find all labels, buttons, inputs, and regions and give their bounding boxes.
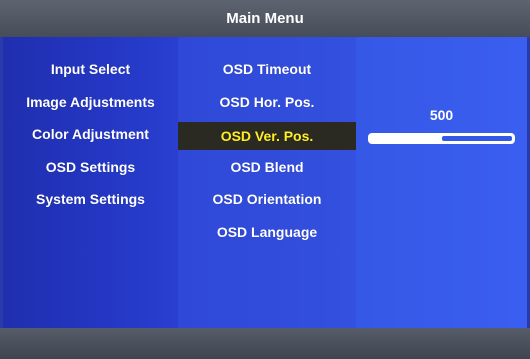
- title-bar: Main Menu: [0, 0, 530, 37]
- submenu-item-label: OSD Language: [216, 224, 318, 240]
- main-menu-column: Input Select Image Adjustments Color Adj…: [3, 37, 178, 328]
- menu-item-input-select[interactable]: Input Select: [3, 57, 178, 81]
- osd-settings-column: OSD Timeout OSD Hor. Pos. OSD Ver. Pos. …: [178, 37, 356, 328]
- submenu-item-osd-blend[interactable]: OSD Blend: [178, 155, 356, 179]
- menu-item-label: OSD Settings: [45, 159, 136, 175]
- submenu-item-label: OSD Blend: [230, 159, 304, 175]
- submenu-item-osd-language[interactable]: OSD Language: [178, 220, 356, 244]
- menu-item-image-adjustments[interactable]: Image Adjustments: [3, 90, 178, 114]
- menu-item-label: Color Adjustment: [32, 126, 149, 142]
- osd-window: Main Menu Input Select Image Adjustments…: [0, 0, 530, 359]
- submenu-item-label: OSD Timeout: [222, 61, 312, 77]
- menu-item-color-adjustment[interactable]: Color Adjustment: [3, 122, 178, 146]
- submenu-item-osd-orientation[interactable]: OSD Orientation: [178, 187, 356, 211]
- value-readout: 500: [429, 107, 454, 123]
- value-panel: 500: [356, 37, 527, 328]
- submenu-item-osd-ver-pos[interactable]: OSD Ver. Pos.: [178, 122, 356, 150]
- position-slider[interactable]: [368, 133, 515, 144]
- menu-item-label: Image Adjustments: [26, 94, 155, 110]
- menu-item-osd-settings[interactable]: OSD Settings: [3, 155, 178, 179]
- submenu-item-label: OSD Orientation: [212, 191, 322, 207]
- submenu-item-label: OSD Hor. Pos.: [219, 94, 315, 110]
- submenu-item-osd-hor-pos[interactable]: OSD Hor. Pos.: [178, 90, 356, 114]
- slider-empty-region: [441, 136, 512, 141]
- menu-title: Main Menu: [226, 10, 304, 27]
- menu-item-system-settings[interactable]: System Settings: [3, 187, 178, 211]
- menu-item-label: Input Select: [50, 61, 131, 77]
- submenu-item-osd-timeout[interactable]: OSD Timeout: [178, 57, 356, 81]
- bottom-bar: [0, 328, 530, 359]
- menu-item-label: System Settings: [36, 191, 145, 207]
- submenu-item-label: OSD Ver. Pos.: [220, 128, 314, 144]
